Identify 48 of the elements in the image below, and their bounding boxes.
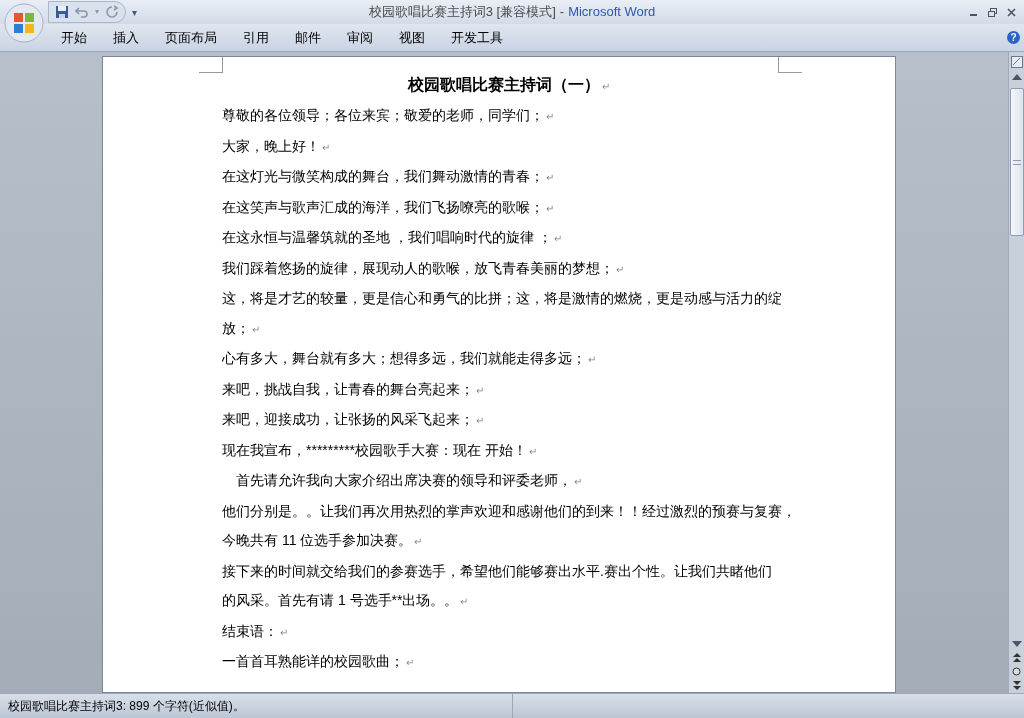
paragraph: 来吧，迎接成功，让张扬的风采飞起来；↵ bbox=[222, 411, 484, 427]
close-icon[interactable] bbox=[1007, 7, 1016, 17]
paragraph: 接下来的时间就交给我们的参赛选手，希望他们能够赛出水平.赛出个性。让我们共睹他们 bbox=[222, 562, 772, 579]
ribbon-tab[interactable]: 开发工具 bbox=[438, 25, 516, 50]
ribbon-tab[interactable]: 页面布局 bbox=[152, 25, 230, 50]
restore-icon[interactable] bbox=[988, 7, 997, 17]
ribbon-tab[interactable]: 邮件 bbox=[282, 25, 334, 50]
paragraph: 结束语：↵ bbox=[222, 622, 288, 639]
paragraph: 他们分别是。。让我们再次用热烈的掌声欢迎和感谢他们的到来！！经过激烈的预赛与复赛， bbox=[222, 502, 796, 519]
office-button-icon[interactable] bbox=[4, 3, 44, 43]
scrollbar-thumb[interactable] bbox=[1009, 88, 1024, 236]
crop-mark bbox=[778, 57, 802, 73]
paragraph: 来吧，挑战自我，让青春的舞台亮起来；↵ bbox=[222, 380, 484, 397]
paragraph-mark: ↵ bbox=[601, 80, 610, 94]
ribbon-tab[interactable]: 插入 bbox=[100, 25, 152, 50]
paragraph: 现在我宣布，*********校园歌手大赛：现在 开始！↵ bbox=[222, 441, 537, 458]
paragraph: 在这永恒与温馨筑就的圣地 ，我们唱响时代的旋律 ；↵ bbox=[222, 229, 562, 245]
window-title: 校园歌唱比赛主持词3 [兼容模式] bbox=[368, 3, 556, 22]
application-name: Microsoft Word bbox=[568, 3, 656, 22]
crop-mark bbox=[199, 57, 223, 73]
paragraph: 这，将是才艺的较量，更是信心和勇气的比拼；这，将是激情的燃烧，更是动感与活力的绽 bbox=[222, 290, 782, 306]
paragraph: 我们踩着悠扬的旋律，展现动人的歌喉，放飞青春美丽的梦想；↵ bbox=[222, 259, 624, 276]
document-title: 校园歌唱比赛主持词（一） bbox=[407, 75, 600, 95]
ribbon-tab[interactable]: 开始 bbox=[48, 25, 100, 50]
ribbon-tab[interactable]: 审阅 bbox=[334, 25, 386, 50]
browse-object-icon[interactable] bbox=[1012, 667, 1021, 676]
ribbon-tab[interactable]: 视图 bbox=[386, 25, 438, 50]
help-button[interactable]: ? bbox=[1007, 31, 1020, 44]
ribbon-tab[interactable]: 引用 bbox=[230, 25, 282, 50]
paragraph: 大家，晚上好！↵ bbox=[222, 137, 330, 154]
title-separator: - bbox=[559, 3, 565, 22]
paragraph: 一首首耳熟能详的校园歌曲；↵ bbox=[222, 653, 414, 669]
previous-page-icon[interactable] bbox=[1012, 653, 1021, 662]
paragraph-continuation: 的风采。首先有请 1 号选手**出场。。↵ bbox=[222, 592, 469, 608]
paragraph: 尊敬的各位领导；各位来宾；敬爱的老师，同学们；↵ bbox=[222, 107, 554, 123]
scroll-up-icon[interactable] bbox=[1011, 74, 1022, 80]
paragraph: 心有多大，舞台就有多大；想得多远，我们就能走得多远；↵ bbox=[222, 350, 596, 366]
paragraph: 在这笑声与歌声汇成的海洋，我们飞扬嘹亮的歌喉；↵ bbox=[222, 198, 554, 215]
save-icon[interactable] bbox=[55, 5, 69, 19]
scroll-down-icon[interactable] bbox=[1011, 641, 1022, 647]
status-text: 校园歌唱比赛主持词3: 899 个字符(近似值)。 bbox=[7, 698, 246, 715]
ruler-toggle-icon[interactable] bbox=[1010, 56, 1023, 68]
paragraph-continuation: 放；↵ bbox=[222, 319, 260, 336]
paragraph: 在这灯光与微笑构成的舞台，我们舞动激情的青春；↵ bbox=[222, 168, 554, 184]
paragraph: 首先请允许我向大家介绍出席决赛的领导和评委老师，↵ bbox=[235, 472, 582, 488]
paragraph-continuation: 今晚共有 11 位选手参加决赛。↵ bbox=[222, 532, 423, 548]
customize-toolbar-button[interactable]: ▾ bbox=[132, 4, 137, 20]
next-page-icon[interactable] bbox=[1012, 681, 1021, 690]
